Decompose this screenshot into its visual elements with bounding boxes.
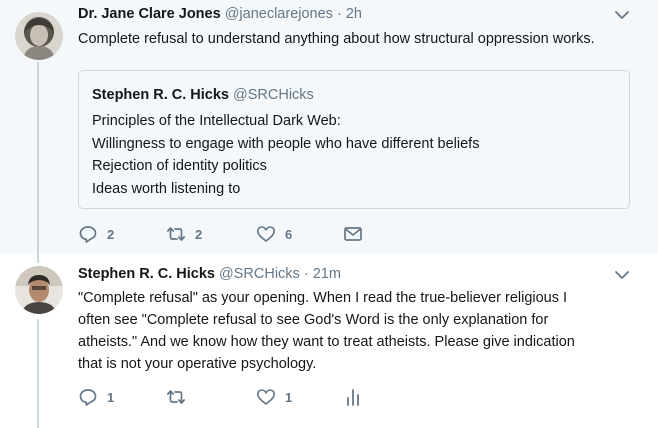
author-name[interactable]: Stephen R. C. Hicks [78,266,215,282]
tweet-jane-clare-jones[interactable]: Dr. Jane Clare Jones @janeclarejones · 2… [0,0,658,253]
tweet-text-line: that is not your operative psychology. [78,356,317,372]
retweet-button[interactable]: 2 [166,224,202,244]
like-button[interactable]: 1 [256,387,292,407]
retweet-icon [166,390,186,404]
tweet-text-line: often see "Complete refusal to see God's… [78,312,549,328]
tweet-stephen-hicks[interactable]: Stephen R. C. Hicks @SRCHicks · 21m "Com… [0,253,658,428]
chevron-down-icon[interactable] [614,7,630,23]
thread-line-below [37,319,39,428]
direct-message-button[interactable] [343,224,363,244]
quoted-line: Rejection of identity politics [92,158,267,174]
avatar[interactable] [15,12,63,60]
analytics-button[interactable] [343,387,363,407]
tweet-text: "Complete refusal" as your opening. When… [78,287,618,375]
retweet-icon [166,227,186,241]
quoted-tweet-header: Stephen R. C. Hicks @SRCHicks [92,87,314,103]
separator-dot: · [336,6,342,22]
retweet-count: 2 [195,226,203,242]
tweet-text-line: "Complete refusal" as your opening. When… [78,290,568,306]
author-handle[interactable]: @SRCHicks [219,266,300,282]
tweet-text: Complete refusal to understand anything … [78,31,595,47]
timestamp[interactable]: 2h [346,6,362,22]
thread-line [37,62,39,253]
retweet-button[interactable] [166,387,186,407]
reply-button[interactable]: 2 [78,224,114,244]
analytics-icon [347,389,359,406]
reply-count: 2 [107,226,115,242]
reply-icon [79,226,97,243]
reply-count: 1 [107,389,115,405]
tweet-text-line: atheists." And we know how they want to … [78,334,575,350]
reply-icon [79,389,97,406]
tweet-header: Stephen R. C. Hicks @SRCHicks · 21m [78,266,341,282]
quoted-line: Willingness to engage with people who ha… [92,135,480,152]
timestamp[interactable]: 21m [313,266,341,282]
heart-icon [257,389,275,405]
thread-line-above [37,253,39,263]
avatar[interactable] [15,266,63,314]
quoted-tweet-text: Principles of the Intellectual Dark Web:… [92,110,479,200]
quoted-tweet[interactable]: Stephen R. C. Hicks @SRCHicks Principles… [78,70,630,209]
like-button[interactable]: 6 [256,224,292,244]
chevron-down-icon[interactable] [614,267,630,283]
envelope-icon [344,227,362,241]
heart-icon [257,226,275,242]
quoted-line: Principles of the Intellectual Dark Web: [92,113,341,129]
tweet-header: Dr. Jane Clare Jones @janeclarejones · 2… [78,6,362,22]
author-handle[interactable]: @janeclarejones [225,6,333,22]
reply-button[interactable]: 1 [78,387,114,407]
like-count: 1 [285,389,293,405]
separator-dot: · [303,266,309,282]
quoted-author-handle: @SRCHicks [233,87,314,103]
like-count: 6 [285,226,293,242]
author-name[interactable]: Dr. Jane Clare Jones [78,6,221,22]
quoted-author-name: Stephen R. C. Hicks [92,87,229,103]
quoted-line: Ideas worth listening to [92,180,241,197]
